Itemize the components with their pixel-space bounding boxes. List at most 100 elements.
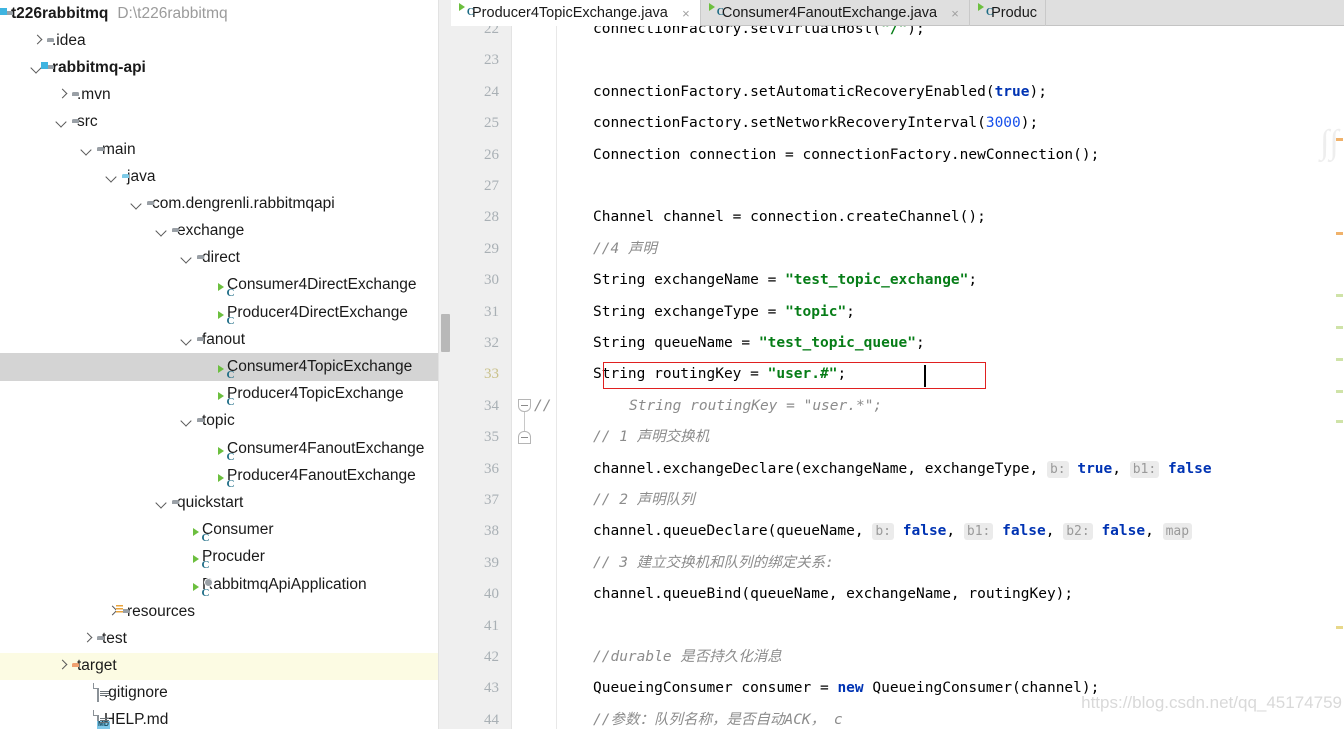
tree-item-src[interactable]: src [0,109,451,136]
tree-item-direct[interactable]: direct [0,245,451,272]
chevron-down-icon[interactable] [179,249,197,267]
tree-item-help-md[interactable]: MD HELP.md [0,707,451,729]
chevron-down-icon[interactable] [179,412,197,430]
tree-item-rabbitmqapiapplication[interactable]: RabbitmqApiApplication [0,571,451,598]
tree-item-consumer4topicexchange[interactable]: Consumer4TopicExchange [0,353,451,381]
chevron-right-icon[interactable] [79,630,97,648]
code-line[interactable]: String routingKey = "user.*"; [629,391,882,422]
line-number[interactable]: 44 [451,705,499,729]
tree-item-consumer[interactable]: Consumer [0,517,451,544]
editor-body[interactable]: 22 23 24 25 26 27 28 29 30 31 32 33 34 35 36 37 38 39 40 41… [451,26,1344,729]
code-fold-gutter[interactable]: // [511,26,556,729]
line-number[interactable]: 42 [451,642,499,673]
line-number[interactable]: 29 [451,234,499,265]
editor-tab-2[interactable]: Produc [970,0,1047,26]
line-number-gutter[interactable]: 22 23 24 25 26 27 28 29 30 31 32 33 34 35 36 37 38 39 40 41… [451,26,511,729]
tree-item-topic[interactable]: topic [0,408,451,435]
chevron-right-icon[interactable] [29,32,47,50]
code-line[interactable]: Connection connection = connectionFactor… [593,140,1099,171]
tree-item-producer4directexchange[interactable]: Producer4DirectExchange [0,299,451,326]
line-number[interactable]: 30 [451,265,499,296]
line-number[interactable]: 31 [451,297,499,328]
code-line[interactable]: //4 声明 [593,234,657,265]
tree-item-java[interactable]: java [0,163,451,190]
close-tab-icon[interactable]: × [949,6,961,21]
scrollbar-change-mark [1336,358,1343,361]
code-line[interactable]: channel.queueBind(queueName, exchangeNam… [593,579,1073,610]
line-number[interactable]: 43 [451,673,499,704]
tree-item-consumer4directexchange[interactable]: Consumer4DirectExchange [0,272,451,299]
chevron-down-icon[interactable] [179,331,197,349]
tree-item-fanout[interactable]: fanout [0,326,451,353]
line-number[interactable]: 37 [451,485,499,516]
tree-item-procuder[interactable]: Procuder [0,544,451,571]
line-number[interactable]: 23 [451,45,499,76]
line-number[interactable]: 22 [451,26,499,45]
code-line[interactable]: connectionFactory.setVirtualHost("/"); [593,26,925,45]
tree-scrollbar-track[interactable] [438,0,451,729]
line-number[interactable]: 32 [451,328,499,359]
chevron-down-icon[interactable] [154,222,172,240]
tree-item-consumer4fanoutexchange[interactable]: Consumer4FanoutExchange [0,435,451,462]
editor-tab-bar[interactable]: Producer4TopicExchange.java × Consumer4Fan… [451,0,1344,26]
code-line[interactable]: String queueName = "test_topic_queue"; [593,328,925,359]
fold-collapse-icon[interactable] [518,398,531,412]
code-line[interactable]: String routingKey = "user.#"; [593,359,846,390]
code-line[interactable]: channel.exchangeDeclare(exchangeName, ex… [593,454,1212,485]
chevron-down-icon[interactable] [54,113,72,131]
line-number[interactable]: 35 [451,422,499,453]
code-text-area[interactable]: connectionFactory.setVirtualHost("/"); co… [593,26,1344,729]
close-tab-icon[interactable]: × [680,6,692,21]
project-root-row[interactable]: t226rabbitmq D:\t226rabbitmq [0,0,451,27]
line-number[interactable]: 27 [451,171,499,202]
chevron-down-icon[interactable] [154,494,172,512]
line-number[interactable]: 25 [451,108,499,139]
line-number[interactable]: 41 [451,611,499,642]
code-line[interactable]: // 3 建立交换机和队列的绑定关系: [593,548,834,579]
code-line[interactable]: connectionFactory.setNetworkRecoveryInte… [593,108,1038,139]
tree-item-test[interactable]: test [0,625,451,652]
code-line[interactable]: //参数：队列名称，是否自动ACK， c [593,705,843,729]
chevron-down-icon[interactable] [104,168,122,186]
line-number[interactable]: 36 [451,454,499,485]
code-line[interactable]: // 2 声明队列 [593,485,695,516]
editor-tab-1[interactable]: Consumer4FanoutExchange.java × [701,0,971,26]
tree-item-resources[interactable]: resources [0,598,451,625]
code-line[interactable]: channel.queueDeclare(queueName, b: false… [593,516,1193,547]
line-number[interactable]: 39 [451,548,499,579]
line-number[interactable]: 34 [451,391,499,422]
line-number[interactable]: 40 [451,579,499,610]
fold-end-icon[interactable] [518,431,531,445]
line-number[interactable]: 28 [451,202,499,233]
tree-item-main[interactable]: main [0,136,451,163]
code-line[interactable]: Channel channel = connection.createChann… [593,202,986,233]
tree-item-com-dengrenli-rabbitmqapi[interactable]: com.dengrenli.rabbitmqapi [0,190,451,217]
project-tree[interactable]: t226rabbitmq D:\t226rabbitmq .idea rabbitmq… [0,0,451,729]
project-tree-panel[interactable]: t226rabbitmq D:\t226rabbitmq .idea rabbitmq… [0,0,451,729]
tree-item-target[interactable]: target [0,652,451,680]
tree-scrollbar-thumb[interactable] [441,314,450,352]
tree-item-gitignore[interactable]: .gitignore [0,680,451,707]
chevron-down-icon[interactable] [79,141,97,159]
code-line[interactable]: // 1 声明交换机 [593,422,709,453]
tree-item-mvn[interactable]: .mvn [0,82,451,109]
editor-tab-0[interactable]: Producer4TopicExchange.java × [451,0,701,26]
tree-item-producer4fanoutexchange[interactable]: Producer4FanoutExchange [0,462,451,489]
code-line[interactable]: //durable 是否持久化消息 [593,642,782,673]
tree-item-exchange[interactable]: exchange [0,218,451,245]
chevron-right-icon[interactable] [54,86,72,104]
chevron-right-icon[interactable] [54,657,72,675]
code-line[interactable]: String exchangeType = "topic"; [593,297,855,328]
line-number[interactable]: 26 [451,140,499,171]
tree-item-quickstart[interactable]: quickstart [0,489,451,516]
tree-item-idea[interactable]: .idea [0,27,451,54]
code-line[interactable]: connectionFactory.setAutomaticRecoveryEn… [593,77,1047,108]
line-number[interactable]: 38 [451,516,499,547]
tree-item-producer4topicexchange[interactable]: Producer4TopicExchange [0,381,451,408]
chevron-down-icon[interactable] [129,195,147,213]
line-number[interactable]: 24 [451,77,499,108]
tree-item-rabbitmq-api[interactable]: rabbitmq-api [0,54,451,81]
code-line[interactable]: String exchangeName = "test_topic_exchan… [593,265,977,296]
line-number[interactable]: 33 [451,359,499,390]
code-line[interactable]: QueueingConsumer consumer = new Queueing… [593,673,1099,704]
